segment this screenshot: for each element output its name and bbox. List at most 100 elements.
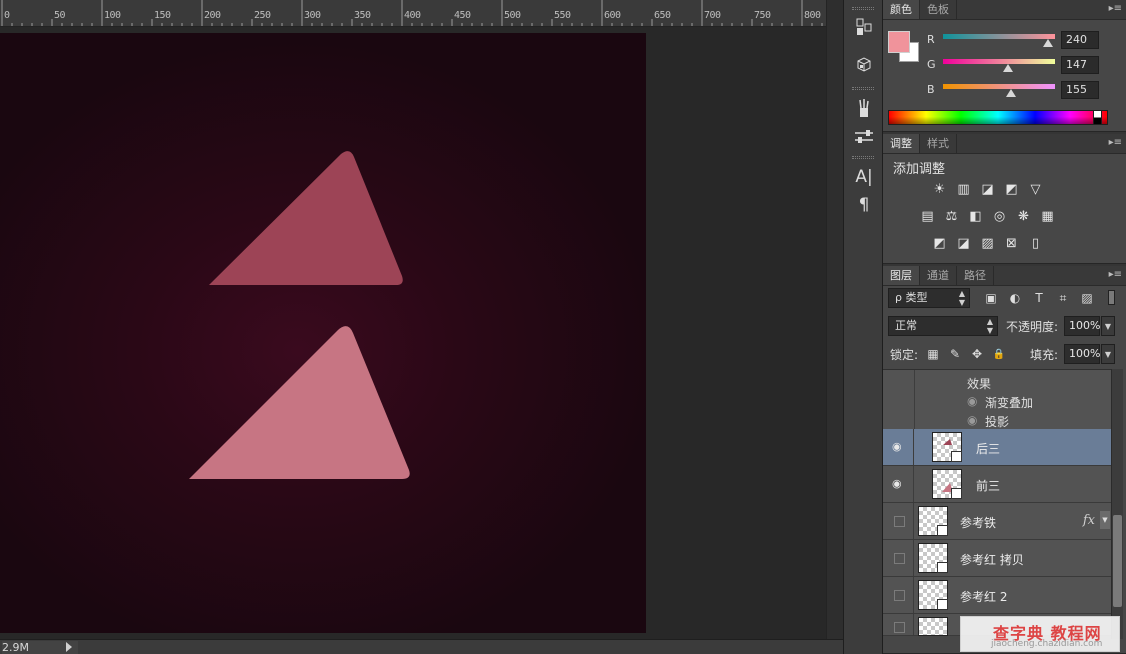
opacity-input[interactable]: 100%: [1064, 316, 1100, 336]
adjustment-filter-icon[interactable]: ◐: [1008, 291, 1022, 305]
visibility-column[interactable]: [883, 540, 914, 576]
photo-filter-icon[interactable]: ◎: [991, 208, 1008, 225]
panel-menu-icon[interactable]: ▸≡: [1109, 270, 1122, 280]
canvas-workspace[interactable]: [0, 27, 826, 639]
fill-dropdown-icon[interactable]: ▼: [1101, 344, 1115, 364]
tab-color[interactable]: 颜色: [883, 0, 920, 19]
document-canvas[interactable]: [0, 33, 646, 633]
tab-swatches[interactable]: 色板: [920, 0, 957, 19]
black-white-icon[interactable]: ◧: [967, 208, 984, 225]
layers-scroll-thumb[interactable]: [1113, 515, 1122, 607]
black-white-swatch[interactable]: [1093, 110, 1102, 125]
hidden-visibility-box[interactable]: [894, 516, 905, 527]
lock-position-icon[interactable]: ✥: [970, 347, 984, 361]
tab-paths[interactable]: 路径: [957, 266, 994, 285]
red-value-field[interactable]: 240: [1061, 31, 1099, 49]
blue-slider-thumb[interactable]: [1006, 89, 1017, 97]
strip-grip[interactable]: [852, 87, 874, 90]
lock-pixels-icon[interactable]: ✎: [948, 347, 962, 361]
vibrance-icon[interactable]: ▽: [1027, 181, 1044, 198]
green-channel-slider[interactable]: [943, 59, 1055, 64]
tab-channels[interactable]: 通道: [920, 266, 957, 285]
layer-name[interactable]: 参考红 拷贝: [960, 551, 1024, 568]
tab-adjustments[interactable]: 调整: [883, 134, 920, 153]
shape-filter-icon[interactable]: ⌗: [1056, 291, 1070, 305]
selective-color-icon[interactable]: ⊠: [1003, 235, 1020, 252]
brushes-icon[interactable]: [852, 96, 876, 120]
visibility-column[interactable]: [883, 503, 914, 539]
red-slider-thumb[interactable]: [1043, 39, 1054, 47]
hue-saturation-icon[interactable]: ▤: [919, 208, 936, 225]
panel-menu-icon[interactable]: ▸≡: [1109, 4, 1122, 14]
effect-visibility-icon[interactable]: ◉: [967, 413, 977, 427]
color-balance-icon[interactable]: ⚖: [943, 208, 960, 225]
brightness-contrast-icon[interactable]: ☀: [931, 181, 948, 198]
channel-mixer-icon[interactable]: ❋: [1015, 208, 1032, 225]
paragraph-icon[interactable]: ¶: [852, 193, 876, 217]
visibility-column[interactable]: ◉: [883, 466, 914, 502]
lock-transparent-icon[interactable]: ▦: [926, 347, 940, 361]
layer-name[interactable]: 参考红 2: [960, 588, 1007, 605]
canvas-vertical-scrollbar[interactable]: [826, 0, 843, 639]
strip-grip[interactable]: [852, 156, 874, 159]
green-value-field[interactable]: 147: [1061, 56, 1099, 74]
fill-input[interactable]: 100%: [1064, 344, 1100, 364]
eye-icon[interactable]: ◉: [892, 441, 905, 452]
layer-row[interactable]: 参考红 拷贝: [883, 540, 1111, 577]
color-spectrum-bar[interactable]: [888, 110, 1108, 125]
filter-toggle-switch[interactable]: [1108, 290, 1115, 305]
expand-effects-icon[interactable]: ▼: [1100, 511, 1110, 529]
layer-filter-select[interactable]: ρ 类型 ▲ ▼: [888, 288, 970, 308]
threshold-icon[interactable]: ▨: [979, 235, 996, 252]
visibility-column[interactable]: ◉: [883, 429, 914, 465]
visibility-column[interactable]: [883, 577, 914, 613]
exposure-icon[interactable]: ◩: [1003, 181, 1020, 198]
layer-name[interactable]: 参考铁: [960, 514, 996, 531]
visibility-column[interactable]: [883, 614, 914, 635]
red-channel-slider[interactable]: [943, 34, 1055, 39]
front-triangle-shape[interactable]: [189, 326, 410, 479]
eye-icon[interactable]: ◉: [892, 478, 905, 489]
green-slider-thumb[interactable]: [1002, 64, 1013, 72]
layer-row[interactable]: ◉ 前三: [883, 466, 1111, 503]
levels-icon[interactable]: ▥: [955, 181, 972, 198]
gradient-map-icon[interactable]: ▯: [1027, 235, 1044, 252]
color-lookup-icon[interactable]: ▦: [1039, 208, 1056, 225]
horizontal-ruler[interactable]: 0 50 100 150 200 250 300 350 400 450 500 550 600 650 7…: [0, 0, 826, 27]
posterize-icon[interactable]: ◪: [955, 235, 972, 252]
layer-row[interactable]: 参考铁 fx ▼: [883, 503, 1111, 540]
curves-icon[interactable]: ◪: [979, 181, 996, 198]
fx-icon[interactable]: fx: [1083, 513, 1095, 528]
layer-name[interactable]: 前三: [976, 477, 1000, 494]
panel-menu-icon[interactable]: ▸≡: [1109, 138, 1122, 148]
layers-scrollbar[interactable]: [1111, 369, 1123, 639]
layer-row[interactable]: ◉ 后三: [883, 429, 1111, 466]
blue-channel-slider[interactable]: [943, 84, 1055, 89]
effect-drop-shadow[interactable]: 投影: [985, 413, 1009, 430]
lock-all-icon[interactable]: 🔒: [992, 347, 1006, 361]
blue-value-field[interactable]: 155: [1061, 81, 1099, 99]
history-icon[interactable]: [852, 15, 876, 39]
type-filter-icon[interactable]: T: [1032, 291, 1046, 305]
pixel-filter-icon[interactable]: ▣: [984, 291, 998, 305]
tab-layers[interactable]: 图层: [883, 266, 920, 285]
hidden-visibility-box[interactable]: [894, 622, 905, 633]
blend-mode-select[interactable]: 正常 ▲ ▼: [888, 316, 998, 336]
opacity-dropdown-icon[interactable]: ▼: [1101, 316, 1115, 336]
3d-object-icon[interactable]: [852, 53, 876, 77]
sliders-icon[interactable]: [852, 125, 876, 149]
character-icon[interactable]: A|: [852, 165, 876, 189]
effect-gradient-overlay[interactable]: 渐变叠加: [985, 394, 1033, 411]
layer-name[interactable]: 后三: [976, 440, 1000, 457]
strip-grip[interactable]: [852, 7, 874, 10]
layer-row[interactable]: 参考红 2: [883, 577, 1111, 614]
hidden-visibility-box[interactable]: [894, 553, 905, 564]
smart-object-filter-icon[interactable]: ▨: [1080, 291, 1094, 305]
foreground-color-swatch[interactable]: [888, 31, 910, 53]
hidden-visibility-box[interactable]: [894, 590, 905, 601]
status-menu-arrow-icon[interactable]: [66, 642, 72, 652]
tab-styles[interactable]: 样式: [920, 134, 957, 153]
invert-icon[interactable]: ◩: [931, 235, 948, 252]
effect-visibility-icon[interactable]: ◉: [967, 394, 977, 408]
back-triangle-shape[interactable]: [209, 151, 403, 285]
